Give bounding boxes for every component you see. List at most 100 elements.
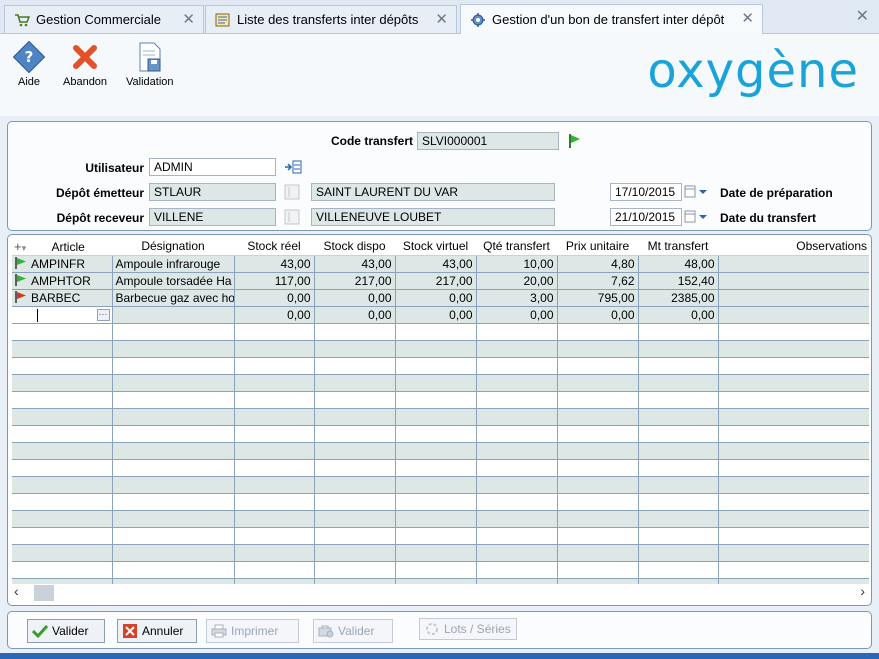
empty-cell[interactable] bbox=[234, 408, 315, 426]
empty-cell[interactable] bbox=[638, 459, 719, 477]
cell-prix[interactable]: 7,62 bbox=[557, 272, 639, 290]
cell-designation[interactable] bbox=[112, 306, 235, 324]
abandon-button[interactable]: Abandon bbox=[63, 40, 107, 88]
empty-cell[interactable] bbox=[557, 561, 639, 579]
empty-cell[interactable] bbox=[395, 527, 477, 545]
tab-liste-transferts[interactable]: Liste des transferts inter dépôts ✕ bbox=[205, 5, 457, 33]
empty-cell[interactable] bbox=[476, 476, 558, 494]
cell-stock-virtuel[interactable]: 43,00 bbox=[395, 255, 477, 273]
scroll-right-icon[interactable]: › bbox=[860, 583, 865, 599]
column-header-designation[interactable]: Désignation bbox=[112, 238, 234, 256]
cell-stock-virtuel[interactable]: 0,00 bbox=[395, 306, 477, 324]
empty-cell[interactable] bbox=[476, 408, 558, 426]
empty-cell[interactable] bbox=[638, 357, 719, 375]
empty-cell[interactable] bbox=[395, 510, 477, 528]
empty-cell[interactable] bbox=[112, 340, 235, 358]
cell-stock-virtuel[interactable]: 0,00 bbox=[395, 289, 477, 307]
cell-obs[interactable] bbox=[718, 255, 869, 273]
empty-cell[interactable] bbox=[718, 442, 869, 460]
cell-stock-dispo[interactable]: 0,00 bbox=[314, 289, 396, 307]
table-row[interactable]: ··· 0,00 0,00 0,00 0,00 0,00 0,00 bbox=[12, 306, 869, 324]
empty-cell[interactable] bbox=[476, 323, 558, 341]
column-header-qte-transfert[interactable]: Qté transfert bbox=[476, 238, 557, 256]
empty-row[interactable] bbox=[12, 442, 869, 460]
cell-stock-dispo[interactable]: 43,00 bbox=[314, 255, 396, 273]
code-transfert-field[interactable]: SLVI000001 bbox=[417, 132, 559, 150]
empty-cell[interactable] bbox=[112, 408, 235, 426]
cell-obs[interactable] bbox=[718, 306, 869, 324]
empty-cell[interactable] bbox=[314, 442, 396, 460]
empty-cell[interactable] bbox=[557, 459, 639, 477]
depot-receveur-code-field[interactable]: VILLENE bbox=[149, 208, 276, 226]
empty-cell[interactable] bbox=[112, 425, 235, 443]
cell-qte[interactable]: 10,00 bbox=[476, 255, 558, 273]
date-transfert-field[interactable]: 21/10/2015 bbox=[610, 208, 682, 226]
empty-cell[interactable] bbox=[476, 510, 558, 528]
empty-cell[interactable] bbox=[638, 544, 719, 562]
empty-cell[interactable] bbox=[476, 391, 558, 409]
empty-row[interactable] bbox=[12, 493, 869, 511]
empty-cell[interactable] bbox=[557, 527, 639, 545]
depot-emetteur-lookup-icon[interactable] bbox=[284, 184, 302, 200]
empty-cell[interactable] bbox=[12, 527, 113, 545]
empty-row[interactable] bbox=[12, 408, 869, 426]
empty-cell[interactable] bbox=[314, 459, 396, 477]
cell-stock-reel[interactable]: 0,00 bbox=[234, 306, 315, 324]
empty-cell[interactable] bbox=[557, 340, 639, 358]
empty-cell[interactable] bbox=[234, 527, 315, 545]
empty-cell[interactable] bbox=[234, 374, 315, 392]
empty-cell[interactable] bbox=[112, 527, 235, 545]
empty-cell[interactable] bbox=[718, 459, 869, 477]
empty-cell[interactable] bbox=[557, 442, 639, 460]
empty-cell[interactable] bbox=[718, 374, 869, 392]
cell-designation[interactable]: Ampoule infrarouge bbox=[112, 255, 235, 273]
empty-cell[interactable] bbox=[112, 476, 235, 494]
valider-button[interactable]: Valider bbox=[27, 619, 105, 643]
empty-cell[interactable] bbox=[557, 391, 639, 409]
depot-emetteur-code-field[interactable]: STLAUR bbox=[149, 183, 276, 201]
user-list-icon[interactable] bbox=[284, 159, 302, 175]
empty-cell[interactable] bbox=[395, 323, 477, 341]
depot-receveur-name-field[interactable]: VILLENEUVE LOUBET bbox=[311, 208, 555, 226]
empty-cell[interactable] bbox=[638, 510, 719, 528]
empty-cell[interactable] bbox=[638, 442, 719, 460]
empty-row[interactable] bbox=[12, 357, 869, 375]
empty-cell[interactable] bbox=[112, 442, 235, 460]
cell-designation[interactable]: Ampoule torsadée Ha bbox=[112, 272, 235, 290]
empty-cell[interactable] bbox=[12, 391, 113, 409]
cell-article[interactable]: ··· bbox=[12, 306, 113, 324]
empty-cell[interactable] bbox=[638, 391, 719, 409]
column-header-stock-reel[interactable]: Stock réel bbox=[234, 238, 314, 256]
empty-cell[interactable] bbox=[112, 493, 235, 511]
column-header-observations[interactable]: Observations bbox=[718, 238, 869, 256]
empty-cell[interactable] bbox=[234, 442, 315, 460]
empty-cell[interactable] bbox=[112, 323, 235, 341]
empty-row[interactable] bbox=[12, 391, 869, 409]
cell-stock-virtuel[interactable]: 217,00 bbox=[395, 272, 477, 290]
cell-stock-reel[interactable]: 117,00 bbox=[234, 272, 315, 290]
column-header-mt-transfert[interactable]: Mt transfert bbox=[638, 238, 718, 256]
empty-cell[interactable] bbox=[557, 374, 639, 392]
close-icon[interactable]: ✕ bbox=[435, 10, 448, 28]
empty-cell[interactable] bbox=[234, 340, 315, 358]
empty-cell[interactable] bbox=[395, 408, 477, 426]
empty-row[interactable] bbox=[12, 459, 869, 477]
validation-button[interactable]: Validation bbox=[126, 40, 174, 88]
cell-prix[interactable]: 0,00 bbox=[557, 306, 639, 324]
horizontal-scrollbar[interactable]: ‹ › bbox=[12, 583, 869, 601]
empty-cell[interactable] bbox=[476, 374, 558, 392]
empty-cell[interactable] bbox=[638, 374, 719, 392]
empty-cell[interactable] bbox=[638, 323, 719, 341]
tab-gestion-bon-transfert[interactable]: Gestion d'un bon de transfert inter dépô… bbox=[460, 4, 763, 34]
column-header-article[interactable]: +▾ Article bbox=[12, 238, 112, 256]
empty-cell[interactable] bbox=[314, 425, 396, 443]
cell-article[interactable]: AMPINFR bbox=[12, 255, 113, 273]
empty-row[interactable] bbox=[12, 561, 869, 579]
empty-cell[interactable] bbox=[314, 493, 396, 511]
empty-cell[interactable] bbox=[112, 374, 235, 392]
empty-cell[interactable] bbox=[112, 510, 235, 528]
empty-cell[interactable] bbox=[476, 493, 558, 511]
empty-cell[interactable] bbox=[12, 425, 113, 443]
empty-cell[interactable] bbox=[718, 408, 869, 426]
empty-cell[interactable] bbox=[314, 408, 396, 426]
